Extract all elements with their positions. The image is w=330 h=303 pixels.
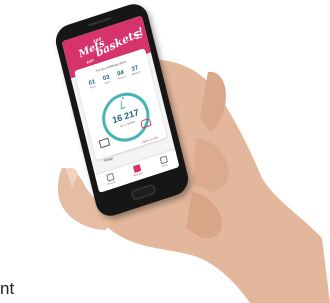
photo-scene: Mets tes ton baskets! Fin du challenge d… [0,0,330,303]
tab-profile[interactable]: Profil [153,154,175,171]
home-button [130,183,157,201]
heart-hand-icon [140,117,152,129]
pedigo-label: Pédigo [103,156,114,163]
tab-steps[interactable]: Mes pas [126,162,148,179]
countdown-months: 01 Mois [85,78,100,91]
cropped-caption: nt [0,279,15,298]
tab-home[interactable]: Accueil [100,171,122,188]
countdown-hours: 04 Heures [114,69,129,82]
shoe-icon [98,137,111,149]
donate-label: Faire un don [141,135,159,145]
countdown-minutes: 37 Minutes [128,64,143,77]
speaker-grille [88,17,112,27]
countdown: 01 Mois 03 Jours 04 Heures 37 Minutes [85,64,146,96]
walker-icon [120,99,126,110]
countdown-days: 03 Jours [99,73,114,86]
